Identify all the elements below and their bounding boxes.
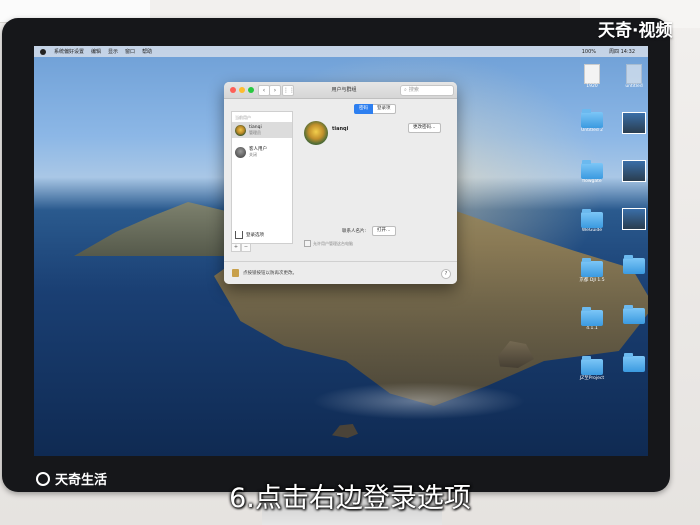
search-field[interactable]: ⌕ 搜索 — [400, 85, 454, 96]
tab-password[interactable]: 密码 — [354, 104, 373, 114]
desktop-icon-label: WeGuide — [581, 228, 603, 233]
logo-mark-icon — [36, 471, 50, 486]
login-options-label: 登录选项 — [246, 233, 264, 238]
folder-icon — [623, 305, 645, 324]
desktop-icon-folder[interactable]: Untitled 2 — [574, 109, 610, 133]
window-title: 用户与群组 — [331, 87, 357, 93]
zoom-window-button[interactable] — [248, 87, 254, 93]
allow-admin-label: 允许用户管理这台电脑 — [313, 240, 353, 246]
desktop-icon-folder[interactable]: WeGuide — [574, 209, 610, 233]
image-thumbnail-icon — [622, 160, 646, 182]
document-icon — [626, 64, 642, 84]
user-role: 关闭 — [249, 152, 257, 157]
folder-icon — [581, 109, 603, 128]
desktop-icon-screenshot[interactable] — [616, 160, 648, 182]
menu-system-preferences[interactable]: 系统偏好设置 — [54, 48, 84, 55]
lock-icon[interactable] — [232, 269, 239, 277]
user-avatar-large[interactable] — [304, 121, 328, 145]
menu-help[interactable]: 帮助 — [142, 48, 152, 55]
user-list-sidebar: 当前用户 tianqi 管理员 客人用户 关闭 登录选项 — [231, 111, 293, 244]
desktop-icon-folder[interactable]: flowgate — [574, 160, 610, 184]
search-icon: ⌕ — [404, 87, 407, 93]
window-footer: 点按锁按钮以防再次更改。 ? — [224, 261, 457, 284]
user-list-item-guest[interactable]: 客人用户 关闭 — [232, 144, 292, 160]
wallpaper-surf — [304, 381, 534, 421]
contact-card-label: 联系人名片: — [342, 229, 367, 234]
login-options-item[interactable]: 登录选项 — [235, 231, 264, 239]
search-placeholder: 搜索 — [408, 87, 419, 93]
desktop-icon-folder[interactable] — [616, 353, 648, 372]
allow-admin-checkbox[interactable]: 允许用户管理这台电脑 — [304, 240, 353, 247]
user-list-item-tianqi[interactable]: tianqi 管理员 — [232, 122, 292, 138]
menu-window[interactable]: 窗口 — [125, 48, 135, 55]
checkbox-box — [304, 240, 311, 247]
desktop-icon-folder[interactable]: 京都 DJI 1.5 — [574, 258, 610, 283]
show-all-grid-icon[interactable]: ⋮⋮ — [282, 85, 295, 96]
brand-logo: 天奇生活 — [36, 469, 107, 488]
image-thumbnail-icon — [622, 112, 646, 134]
minimize-window-button[interactable] — [239, 87, 245, 93]
window-titlebar: ‹ › ⋮⋮ 用户与群组 ⌕ 搜索 — [224, 82, 457, 99]
document-icon — [584, 64, 600, 84]
desktop-icon-label: JZ至Project — [579, 376, 605, 381]
users-groups-window: ‹ › ⋮⋮ 用户与群组 ⌕ 搜索 当前用户 tianqi 管理员 客人用户 关闭… — [224, 82, 457, 284]
desktop-icon-label: untitled — [625, 84, 643, 89]
desktop-icon-label: 京都 DJI 1.5 — [579, 278, 605, 283]
open-contact-button[interactable]: 打开… — [372, 226, 396, 236]
user-role: 管理员 — [249, 130, 261, 135]
forward-button[interactable]: › — [269, 85, 281, 96]
desktop-icon-file[interactable]: 1920 — [574, 64, 610, 89]
house-icon — [235, 231, 243, 239]
folder-icon — [581, 356, 603, 375]
tab-login-items[interactable]: 登录项 — [373, 104, 396, 114]
add-user-button[interactable]: + — [231, 243, 241, 252]
apple-menu-icon[interactable] — [40, 48, 46, 55]
tab-bar: 密码 登录项 — [354, 104, 396, 114]
menu-bar: 系统偏好设置 编辑 显示 窗口 帮助 100% 周四 14:32 — [34, 46, 648, 57]
desktop-icon-screenshot[interactable] — [616, 208, 648, 230]
desktop-icon-label: 4.1.1 — [586, 326, 598, 331]
guest-avatar — [235, 146, 246, 158]
image-thumbnail-icon — [622, 208, 646, 230]
close-window-button[interactable] — [230, 87, 236, 93]
help-button[interactable]: ? — [441, 269, 451, 279]
lock-hint: 点按锁按钮以防再次更改。 — [243, 271, 297, 276]
desktop-icon-file-2[interactable]: untitled — [616, 64, 648, 89]
user-full-name: tianqi — [332, 126, 349, 132]
sidebar-add-remove: + − — [231, 243, 291, 252]
desktop-icon-folder[interactable]: JZ至Project — [574, 356, 610, 381]
folder-icon — [581, 258, 603, 277]
clock[interactable]: 周四 14:32 — [609, 48, 635, 55]
desktop-icon-label: flowgate — [582, 179, 602, 184]
folder-icon — [623, 255, 645, 274]
watermark: 天奇·视频 — [598, 21, 673, 41]
menu-view[interactable]: 显示 — [108, 48, 118, 55]
folder-icon — [581, 209, 603, 228]
menu-bar-status: 100% 周四 14:32 — [576, 46, 642, 57]
folder-icon — [623, 353, 645, 372]
folder-icon — [581, 307, 603, 326]
subtitle-caption: 6.点击右边登录选项 — [229, 483, 471, 514]
change-password-button[interactable]: 更改密码… — [408, 123, 441, 133]
menu-edit[interactable]: 编辑 — [91, 48, 101, 55]
wallpaper-rock-small — [332, 424, 358, 438]
folder-icon — [581, 160, 603, 179]
remove-user-button[interactable]: − — [241, 243, 251, 252]
desktop-icon-screenshot[interactable] — [616, 112, 648, 134]
avatar — [235, 124, 246, 136]
sidebar-section-current-user: 当前用户 — [235, 115, 251, 120]
desktop-icon-folder[interactable]: 4.1.1 — [574, 307, 610, 331]
desktop-icon-label: Untitled 2 — [580, 128, 604, 133]
desktop-icon-folder[interactable] — [616, 305, 648, 324]
desktop-icon-label: 1920 — [586, 84, 598, 89]
desktop-icon-folder[interactable] — [616, 255, 648, 274]
battery-percent[interactable]: 100% — [582, 49, 596, 55]
brand-logo-text: 天奇生活 — [55, 473, 108, 488]
